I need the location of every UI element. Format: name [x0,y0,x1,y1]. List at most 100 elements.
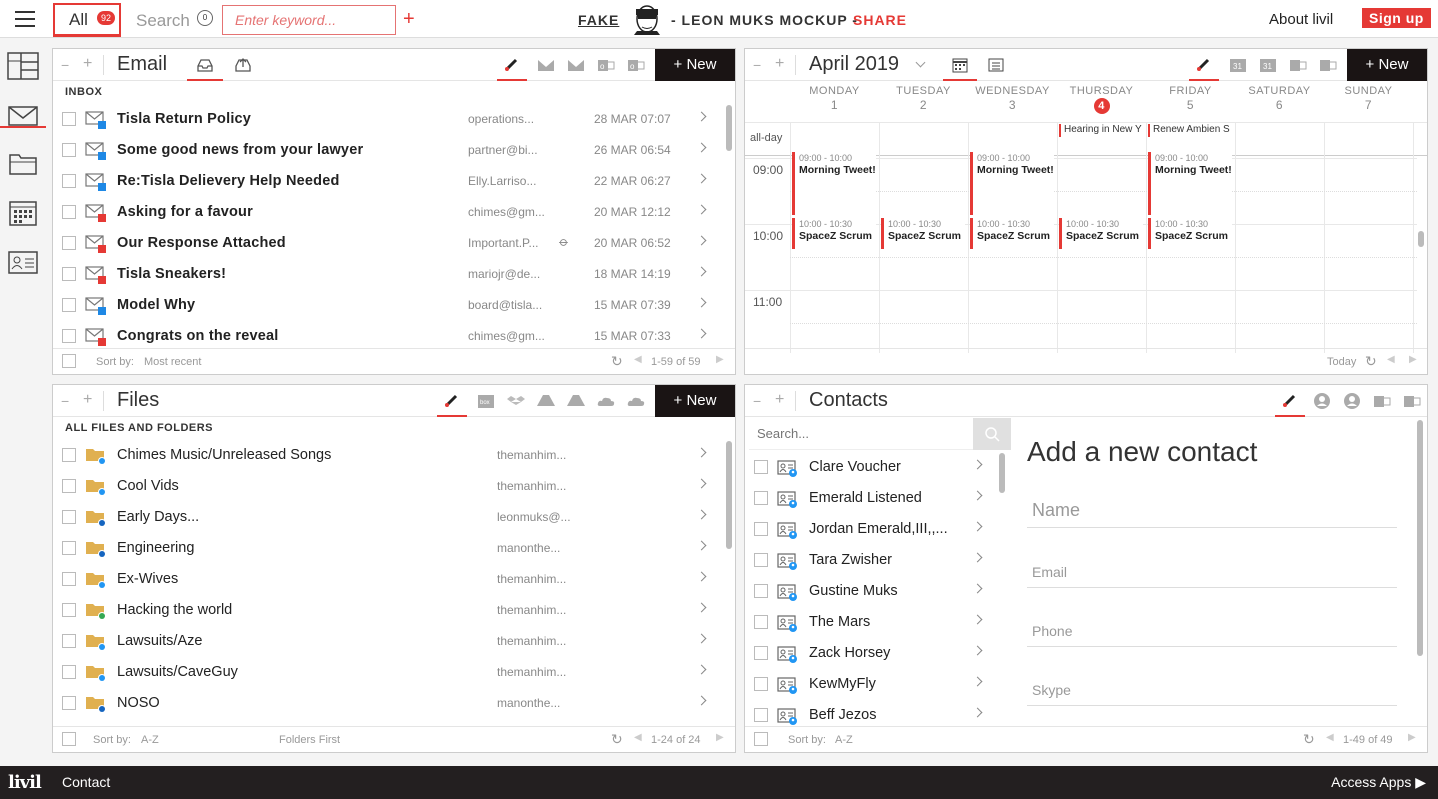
sort-value[interactable]: A-Z [141,734,159,746]
outlook-contacts-icon[interactable] [1403,393,1421,409]
onedrive-icon[interactable] [627,393,645,409]
add-keyword-button[interactable]: + [403,8,415,31]
share-link[interactable]: SHARE [853,12,907,28]
file-row[interactable]: Hacking the world themanhim... [53,595,719,626]
gmail-icon[interactable] [567,57,585,73]
expand-icon[interactable]: + [775,391,784,409]
email-row[interactable]: Tisla Sneakers! mariojr@de... 18 MAR 14:19 [53,259,719,290]
file-row[interactable]: Cool Vids themanhim... [53,471,719,502]
file-row[interactable]: Ex-Wives themanhim... [53,564,719,595]
scroll-thumb[interactable] [726,441,732,549]
collapse-icon[interactable]: − [753,57,761,73]
google-calendar-icon[interactable]: 31 [1229,57,1247,73]
chevron-right-icon[interactable] [696,633,707,644]
row-checkbox[interactable] [62,143,76,157]
chevron-right-icon[interactable] [696,447,707,458]
file-row[interactable]: Lawsuits/Aze themanhim... [53,626,719,657]
collapse-icon[interactable]: − [61,393,69,409]
new-event-button[interactable]: + New [1347,49,1427,81]
chevron-right-icon[interactable] [696,509,707,520]
all-accounts-icon[interactable] [443,393,461,409]
email-field[interactable]: Email [1027,558,1397,588]
chevron-right-icon[interactable] [696,602,707,613]
chevron-right-icon[interactable] [696,297,707,308]
email-row[interactable]: Model Why board@tisla... 15 MAR 07:39 [53,290,719,321]
contact-row[interactable]: KewMyFly [745,669,995,700]
row-checkbox[interactable] [62,696,76,710]
fake-label[interactable]: FAKE [578,12,619,28]
row-checkbox[interactable] [62,541,76,555]
day-header[interactable]: WEDNESDAY 3 [968,85,1057,112]
chevron-right-icon[interactable] [696,111,707,122]
collapse-icon[interactable]: − [753,393,761,409]
email-row[interactable]: Our Response Attached Important.P... ⌀ 20 M… [53,228,719,259]
contact-row[interactable]: Jordan Emerald,III,,... [745,514,995,545]
refresh-icon[interactable]: ↻ [1303,731,1315,748]
layout-icon[interactable] [7,52,39,80]
expand-icon[interactable]: + [83,391,92,409]
chevron-right-icon[interactable] [696,695,707,706]
row-checkbox[interactable] [62,329,76,343]
chevron-right-icon[interactable] [972,614,983,625]
calendar-view-icon[interactable] [951,57,969,73]
calendar-event[interactable]: 10:00 - 10:30 SpaceZ Scrum [792,218,876,249]
day-header[interactable]: SATURDAY 6 [1235,85,1324,112]
outlook-icon[interactable] [1289,57,1307,73]
chevron-right-icon[interactable] [972,552,983,563]
box-icon[interactable]: box [477,393,495,409]
all-accounts-icon[interactable] [1195,57,1213,73]
prev-page-icon[interactable]: ◀ [634,732,642,743]
contact-row[interactable]: Zack Horsey [745,638,995,669]
row-checkbox[interactable] [754,522,768,536]
day-header[interactable]: THURSDAY 4 [1057,85,1146,114]
day-header[interactable]: SUNDAY 7 [1324,85,1413,112]
chevron-right-icon[interactable] [696,266,707,277]
email-row[interactable]: Asking for a favour chimes@gm... 20 MAR 12… [53,197,719,228]
day-header[interactable]: MONDAY 1 [790,85,879,112]
calendar-event[interactable]: 09:00 - 10:00 Morning Tweet! [792,152,876,215]
skype-field[interactable]: Skype [1027,676,1397,706]
row-checkbox[interactable] [62,205,76,219]
row-checkbox[interactable] [62,572,76,586]
refresh-icon[interactable]: ↻ [611,731,623,748]
dropbox-icon[interactable] [507,393,525,409]
select-all-checkbox[interactable] [754,732,768,746]
signup-button[interactable]: Sign up [1362,8,1431,28]
chevron-right-icon[interactable] [696,478,707,489]
hamburger-menu-icon[interactable] [15,11,35,27]
calendar-event[interactable]: 10:00 - 10:30 SpaceZ Scrum [1059,218,1143,249]
chevron-down-icon[interactable] [915,57,926,68]
chevron-right-icon[interactable] [972,583,983,594]
contact-row[interactable]: Emerald Listened [745,483,995,514]
all-accounts-icon[interactable] [1281,393,1299,409]
form-scrollbar[interactable] [1417,418,1425,728]
allday-event[interactable]: Hearing in New Y [1059,124,1144,137]
folders-first-toggle[interactable]: Folders First [279,734,340,746]
collapse-icon[interactable]: − [61,57,69,73]
about-link[interactable]: About livil [1269,11,1333,28]
chevron-right-icon[interactable] [696,328,707,339]
name-field[interactable]: Name [1027,496,1397,528]
select-all-checkbox[interactable] [62,732,76,746]
email-scrollbar[interactable] [726,103,733,351]
search-label[interactable]: Search [136,11,190,31]
calendar-event[interactable]: 10:00 - 10:30 SpaceZ Scrum [881,218,965,249]
keyword-input[interactable] [222,5,396,35]
all-accounts-icon[interactable] [503,57,521,73]
refresh-icon[interactable]: ↻ [1365,353,1377,370]
row-checkbox[interactable] [754,553,768,567]
phone-field[interactable]: Phone [1027,617,1397,647]
select-all-checkbox[interactable] [62,354,76,368]
chevron-right-icon[interactable] [696,540,707,551]
calendar-icon[interactable] [7,198,39,226]
row-checkbox[interactable] [754,646,768,660]
calendar-event[interactable]: 10:00 - 10:30 SpaceZ Scrum [970,218,1054,249]
row-checkbox[interactable] [754,491,768,505]
contact-link[interactable]: Contact [62,774,110,790]
chevron-right-icon[interactable] [972,459,983,470]
chevron-right-icon[interactable] [696,571,707,582]
contact-card-icon[interactable] [7,248,39,276]
contact-search-button[interactable] [973,418,1011,450]
row-checkbox[interactable] [754,460,768,474]
file-row[interactable]: Lawsuits/CaveGuy themanhim... [53,657,719,688]
